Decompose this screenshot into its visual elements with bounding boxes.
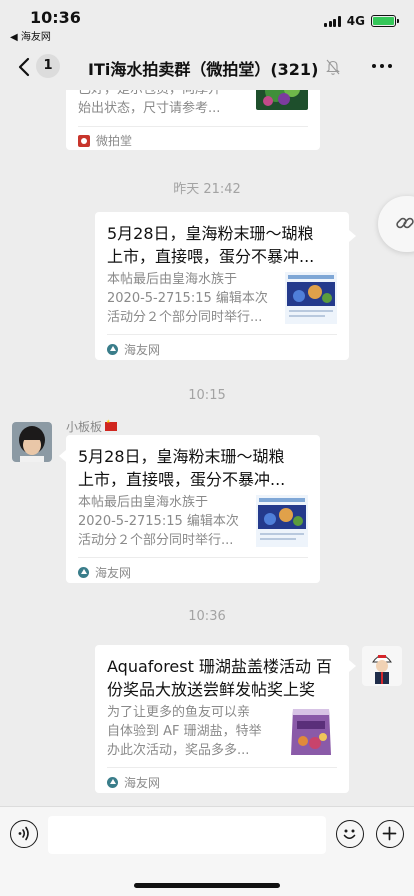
card-title-line: 上市，直接喂，蛋分不暴冲... xyxy=(78,470,286,489)
card-source: 海友网 xyxy=(78,564,131,581)
card-description-line: 本帖最后由皇海水族于 xyxy=(78,495,209,510)
voice-icon[interactable] xyxy=(10,820,38,848)
back-to-app-link[interactable]: ◀ 海友网 xyxy=(10,28,51,43)
card-source-name: 海友网 xyxy=(124,343,161,357)
status-bar: 10:36 ◀ 海友网 4G xyxy=(0,0,414,44)
battery-icon xyxy=(371,15,399,27)
card-source: 海友网 xyxy=(107,341,160,358)
card-description: 本帖最后由皇海水族于 2020-5-2715:15 编辑本次 活动分２个部分同时… xyxy=(107,270,268,327)
link-float-button[interactable] xyxy=(378,196,414,252)
page-title: ITi海水拍卖群（微拍堂）(321) xyxy=(88,60,319,79)
message-input-bar xyxy=(0,806,414,896)
card-description-line: 始出状态，尺寸请参考... xyxy=(78,101,221,116)
avatar[interactable] xyxy=(12,422,52,462)
bell-off-icon xyxy=(326,59,340,75)
card-title: Aquaforest 珊湖盐盖楼活动 百 份奖品大放送尝鲜发帖奖上奖 xyxy=(107,655,332,701)
card-description-line: 2020-5-2715:15 编辑本次 xyxy=(78,514,239,529)
card-description: 本帖最后由皇海水族于 2020-5-2715:15 编辑本次 活动分２个部分同时… xyxy=(78,493,239,550)
card-title-line: 份奖品大放送尝鲜发帖奖上奖 xyxy=(107,680,316,699)
message-timestamp: 10:15 xyxy=(188,388,226,403)
chevron-left-icon[interactable] xyxy=(14,52,36,82)
plus-icon[interactable] xyxy=(376,820,404,848)
card-divider xyxy=(78,557,308,558)
shared-link-card[interactable]: Aquaforest 珊湖盐盖楼活动 百 份奖品大放送尝鲜发帖奖上奖 为了让更多… xyxy=(95,645,349,793)
haiyouwang-logo-icon xyxy=(107,777,118,788)
sender-name-text: 小板板 xyxy=(66,420,103,434)
card-description-line: 为了让更多的鱼友可以亲 xyxy=(107,705,251,720)
card-source: 海友网 xyxy=(107,774,160,791)
avatar[interactable] xyxy=(362,646,402,686)
card-description-line: 2020-5-2715:15 编辑本次 xyxy=(107,291,268,306)
weipaitang-logo-icon xyxy=(78,134,90,147)
shared-link-card[interactable]: 5月28日，皇海粉末珊～瑚粮 上市，直接喂，蛋分不暴冲... 本帖最后由皇海水族… xyxy=(95,212,349,360)
sender-name: 小板板 xyxy=(66,418,118,435)
card-divider xyxy=(107,334,337,335)
card-thumbnail xyxy=(285,703,337,759)
signal-icon xyxy=(324,15,341,27)
haiyouwang-logo-icon xyxy=(107,344,118,355)
card-title-line: Aquaforest 珊湖盐盖楼活动 百 xyxy=(107,657,333,676)
card-thumbnail xyxy=(256,90,308,110)
card-description-line: 活动分２个部分同时举行... xyxy=(107,310,263,325)
link-icon xyxy=(396,217,414,229)
message-timestamp: 昨天 21:42 xyxy=(173,182,241,197)
card-divider xyxy=(107,767,337,768)
status-indicators: 4G xyxy=(324,14,399,28)
card-description-line: 活动分２个部分同时举行... xyxy=(78,533,234,548)
card-thumbnail xyxy=(256,495,308,547)
card-description-line: 已好，是示包员，向厚开 xyxy=(78,90,221,99)
card-source-name: 海友网 xyxy=(95,566,132,580)
card-description-line: 自体验到 AF 珊湖盐，特举 xyxy=(107,724,262,739)
card-title-line: 5月28日，皇海粉末珊～瑚粮 xyxy=(78,447,285,466)
card-source-name: 微拍堂 xyxy=(96,134,133,148)
unread-count-badge[interactable]: 1 xyxy=(36,54,60,78)
home-indicator[interactable] xyxy=(134,883,280,888)
card-source-name: 海友网 xyxy=(124,776,161,790)
card-title-line: 5月28日，皇海粉末珊～瑚粮 xyxy=(107,224,314,243)
shared-link-card[interactable]: 5月28日，皇海粉末珊～瑚粮 上市，直接喂，蛋分不暴冲... 本帖最后由皇海水族… xyxy=(66,435,320,583)
card-description: 已好，是示包员，向厚开 始出状态，尺寸请参考... xyxy=(78,90,221,118)
haiyouwang-logo-icon xyxy=(78,567,89,578)
emoji-icon[interactable] xyxy=(336,820,364,848)
chat-header: 1 ITi海水拍卖群（微拍堂）(321) xyxy=(0,44,414,90)
status-time: 10:36 xyxy=(30,8,81,27)
card-thumbnail xyxy=(285,272,337,324)
message-timestamp: 10:36 xyxy=(188,609,226,624)
card-divider xyxy=(78,126,308,127)
chat-message-list[interactable]: 已好，是示包员，向厚开 始出状态，尺寸请参考... 微拍堂 昨天 21:42 5… xyxy=(0,90,414,806)
card-description-line: 办此次活动，奖品多多... xyxy=(107,743,250,758)
more-icon[interactable] xyxy=(372,64,392,68)
card-description-line: 本帖最后由皇海水族于 xyxy=(107,272,238,287)
card-title-line: 上市，直接喂，蛋分不暴冲... xyxy=(107,247,315,266)
card-source: 微拍堂 xyxy=(78,132,132,149)
shared-link-card[interactable]: 已好，是示包员，向厚开 始出状态，尺寸请参考... 微拍堂 xyxy=(66,90,320,150)
message-input[interactable] xyxy=(48,816,326,854)
bubble-tail xyxy=(59,450,66,462)
china-flag-icon xyxy=(105,419,118,431)
card-title: 5月28日，皇海粉末珊～瑚粮 上市，直接喂，蛋分不暴冲... xyxy=(78,445,285,491)
card-description: 为了让更多的鱼友可以亲 自体验到 AF 珊湖盐，特举 办此次活动，奖品多多... xyxy=(107,703,262,760)
bubble-tail xyxy=(349,230,356,242)
bubble-tail xyxy=(349,660,356,672)
card-title: 5月28日，皇海粉末珊～瑚粮 上市，直接喂，蛋分不暴冲... xyxy=(107,222,314,268)
network-type: 4G xyxy=(346,14,365,28)
